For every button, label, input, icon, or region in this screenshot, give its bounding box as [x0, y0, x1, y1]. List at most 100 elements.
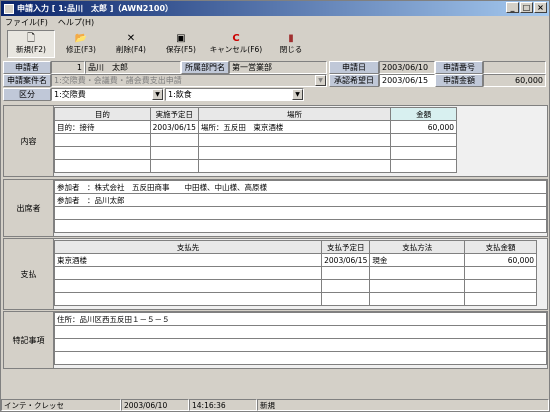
- payment-table: 支払先 支払予定日 支払方法 支払金額 東京酒楼 2003/06/15 現金 60,0…: [53, 240, 537, 306]
- cell-amount[interactable]: [390, 159, 457, 173]
- col-amount: 金額: [390, 107, 457, 121]
- cell-pay-amount[interactable]: [464, 292, 537, 306]
- attendee-line[interactable]: [54, 219, 547, 233]
- cell-place[interactable]: [197, 159, 392, 173]
- minimize-button[interactable]: _: [506, 2, 519, 13]
- cancel-icon: C: [232, 33, 240, 44]
- payment-label: 支払: [4, 239, 54, 309]
- save-disk-icon: ▣: [176, 33, 186, 44]
- cell-pay-method[interactable]: [369, 266, 466, 280]
- case-label: 申請案件名: [3, 74, 51, 87]
- note-line[interactable]: [54, 338, 547, 352]
- chevron-down-icon[interactable]: ▼: [152, 89, 163, 100]
- attendees-table: 参加者 ：株式会社 五反田商事 中田様、中山様、高原様 参加者 ：品川太郎: [54, 180, 547, 233]
- amount-label: 申請金額: [435, 74, 483, 87]
- apply-no-label: 申請番号: [435, 61, 483, 74]
- save-button[interactable]: ▣ 保存(F5): [157, 30, 205, 58]
- cell-pay-date[interactable]: 2003/06/15: [321, 253, 371, 267]
- cell-purpose[interactable]: [54, 133, 151, 147]
- cell-payee[interactable]: [53, 279, 323, 293]
- cell-date[interactable]: [149, 159, 199, 173]
- cell-pay-date[interactable]: [321, 279, 371, 293]
- cell-payee[interactable]: 東京酒楼: [53, 253, 323, 267]
- note-line[interactable]: 住所：品川区西五反田１－５－５: [54, 312, 547, 326]
- cell-place[interactable]: [197, 133, 392, 147]
- case-select[interactable]: 1:交際費・会議費・諸会費支出申請 ▼: [51, 74, 327, 87]
- cell-purpose[interactable]: [54, 159, 151, 173]
- window-title: 申請入力 [ 1:品川 太郎 ]（AWN2100）: [17, 4, 174, 13]
- content-section: 内容 目的 実施予定日 場所 金額 目的：接待 2003/06/15 場所：五反田 …: [3, 105, 548, 177]
- edit-button-label: 修正(F3): [66, 45, 96, 54]
- attendee-line[interactable]: 参加者 ：株式会社 五反田商事 中田様、中山様、高原様: [54, 180, 547, 194]
- cell-payee[interactable]: [53, 292, 323, 306]
- col-purpose: 目的: [54, 107, 151, 121]
- menu-file[interactable]: ファイル(F): [5, 17, 48, 28]
- attendee-line[interactable]: 参加者 ：品川太郎: [54, 193, 547, 207]
- cell-place[interactable]: 場所：五反田 東京酒楼: [197, 120, 392, 134]
- attendee-line[interactable]: [54, 206, 547, 220]
- new-button-label: 新規(F2): [16, 45, 46, 54]
- status-date: 2003/06/10: [121, 399, 189, 411]
- status-bar: インテ・クレッセ 2003/06/10 14:16:36 新規: [1, 399, 549, 411]
- category-select[interactable]: 1:交際費 ▼: [51, 88, 164, 101]
- cell-amount[interactable]: [390, 133, 457, 147]
- cell-pay-method[interactable]: [369, 279, 466, 293]
- note-line[interactable]: [54, 351, 547, 365]
- cell-date[interactable]: 2003/06/15: [149, 120, 199, 134]
- dept-field: 第一営業部: [229, 61, 327, 74]
- cell-pay-amount[interactable]: [464, 279, 537, 293]
- header-row-3: 区分 1:交際費 ▼ 1:飲食 ▼: [3, 88, 304, 101]
- close-form-button[interactable]: ▮ 閉じる: [267, 30, 315, 58]
- header-row-2: 申請案件名 1:交際費・会議費・諸会費支出申請 ▼ 承認希望日 2003/06/1…: [3, 74, 546, 87]
- delete-button-label: 削除(F4): [116, 45, 146, 54]
- chevron-down-icon[interactable]: ▼: [315, 75, 326, 86]
- case-select-value: 1:交際費・会議費・諸会費支出申請: [54, 76, 182, 85]
- menu-help[interactable]: ヘルプ(H): [58, 17, 94, 28]
- cancel-button[interactable]: C キャンセル(F6): [207, 30, 265, 58]
- cell-purpose[interactable]: 目的：接待: [54, 120, 151, 134]
- new-button[interactable]: 🗋 新規(F2): [7, 30, 55, 58]
- subcategory-select[interactable]: 1:飲食 ▼: [165, 88, 304, 101]
- cell-date[interactable]: [149, 133, 199, 147]
- note-line[interactable]: [54, 325, 547, 339]
- col-payee: 支払先: [53, 240, 323, 254]
- cell-place[interactable]: [197, 146, 392, 160]
- chevron-down-icon[interactable]: ▼: [292, 89, 303, 100]
- cell-purpose[interactable]: [54, 146, 151, 160]
- approval-date-label: 承認希望日: [329, 74, 379, 87]
- cell-pay-amount[interactable]: [464, 266, 537, 280]
- apply-no-field: [483, 61, 546, 74]
- col-pay-date: 支払予定日: [321, 240, 371, 254]
- cell-pay-date[interactable]: [321, 292, 371, 306]
- dept-label: 所属部門名: [181, 61, 229, 74]
- cell-pay-amount[interactable]: 60,000: [464, 253, 537, 267]
- applicant-no-field: 1: [51, 61, 85, 74]
- col-pay-amount: 支払金額: [464, 240, 537, 254]
- header-row-1: 申請者 1 品川 太郎 所属部門名 第一営業部 申請日 2003/06/10 申…: [3, 61, 546, 74]
- approval-date-input[interactable]: 2003/06/15: [379, 74, 435, 87]
- notes-table: 住所：品川区西五反田１－５－５: [54, 312, 547, 365]
- col-place: 場所: [197, 107, 392, 121]
- edit-button[interactable]: 📂 修正(F3): [57, 30, 105, 58]
- app-icon: [4, 3, 14, 14]
- toolbar: 🗋 新規(F2) 📂 修正(F3) ✕ 削除(F4) ▣ 保存(F5) C キャンセル(F…: [3, 30, 547, 60]
- title-bar[interactable]: 申請入力 [ 1:品川 太郎 ]（AWN2100） _ □ ×: [1, 1, 549, 16]
- maximize-button[interactable]: □: [520, 2, 533, 13]
- apply-date-label: 申請日: [329, 61, 379, 74]
- cell-pay-method[interactable]: [369, 292, 466, 306]
- cell-pay-method[interactable]: 現金: [369, 253, 466, 267]
- applicant-label: 申請者: [3, 61, 51, 74]
- cell-payee[interactable]: [53, 266, 323, 280]
- cell-amount[interactable]: [390, 146, 457, 160]
- status-mode: 新規: [257, 399, 549, 411]
- close-form-button-label: 閉じる: [279, 45, 303, 54]
- applicant-name-field: 品川 太郎: [85, 61, 181, 74]
- amount-field: 60,000: [483, 74, 546, 87]
- close-button[interactable]: ×: [534, 2, 547, 13]
- cell-date[interactable]: [149, 146, 199, 160]
- cell-pay-date[interactable]: [321, 266, 371, 280]
- delete-button[interactable]: ✕ 削除(F4): [107, 30, 155, 58]
- menu-bar: ファイル(F) ヘルプ(H): [1, 16, 549, 28]
- notes-section: 特記事項 住所：品川区西五反田１－５－５: [3, 311, 548, 369]
- cell-amount[interactable]: 60,000: [390, 120, 457, 134]
